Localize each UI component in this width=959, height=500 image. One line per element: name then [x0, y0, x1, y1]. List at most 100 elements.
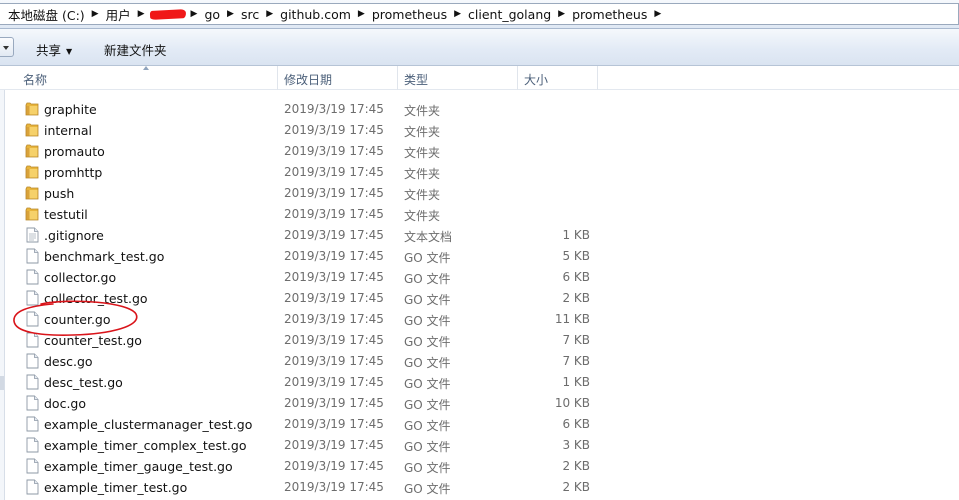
file-type: 文件夹 — [404, 125, 441, 139]
breadcrumb-chevron-icon[interactable]: ▶ — [135, 9, 148, 19]
breadcrumb-prometheus-current[interactable]: prometheus — [568, 7, 651, 22]
column-header-type[interactable]: 类型 — [404, 71, 428, 88]
file-name: .gitignore — [44, 228, 104, 243]
folder-icon — [25, 164, 40, 180]
breadcrumb-chevron-icon[interactable]: ▶ — [355, 9, 368, 19]
file-row[interactable]: benchmark_test.go 2019/3/19 17:45 GO 文件 5 K… — [0, 246, 959, 267]
breadcrumb-github[interactable]: github.com — [276, 7, 355, 22]
file-icon — [25, 269, 40, 285]
file-type: GO 文件 — [404, 272, 451, 286]
file-name: graphite — [44, 102, 97, 117]
breadcrumb-chevron-icon[interactable]: ▶ — [651, 9, 664, 19]
file-name: promauto — [44, 144, 105, 159]
breadcrumb-chevron-icon[interactable]: ▶ — [555, 9, 568, 19]
breadcrumb-users[interactable]: 用户 — [102, 5, 135, 24]
file-row[interactable]: example_timer_gauge_test.go 2019/3/19 17:… — [0, 456, 959, 477]
file-row[interactable]: example_timer_complex_test.go 2019/3/19 1… — [0, 435, 959, 456]
breadcrumb-go[interactable]: go — [200, 7, 224, 22]
file-row[interactable]: counter_test.go 2019/3/19 17:45 GO 文件 7 KB — [0, 330, 959, 351]
file-list: graphite 2019/3/19 17:45 文件夹 internal 2019/3… — [0, 99, 959, 498]
file-modified-date: 2019/3/19 17:45 — [284, 480, 384, 494]
breadcrumb-chevron-icon[interactable]: ▶ — [224, 9, 237, 19]
file-name: push — [44, 186, 75, 201]
file-name: example_timer_test.go — [44, 480, 188, 495]
file-size: 11 KB — [554, 312, 590, 326]
file-modified-date: 2019/3/19 17:45 — [284, 228, 384, 242]
column-header-modified[interactable]: 修改日期 — [284, 71, 332, 88]
file-icon — [25, 353, 40, 369]
file-row[interactable]: push 2019/3/19 17:45 文件夹 — [0, 183, 959, 204]
file-size: 1 KB — [562, 228, 590, 242]
file-row[interactable]: graphite 2019/3/19 17:45 文件夹 — [0, 99, 959, 120]
file-type: 文件夹 — [404, 167, 441, 181]
file-row[interactable]: testutil 2019/3/19 17:45 文件夹 — [0, 204, 959, 225]
file-row[interactable]: collector.go 2019/3/19 17:45 GO 文件 6 KB — [0, 267, 959, 288]
file-icon — [25, 416, 40, 432]
file-name: desc_test.go — [44, 375, 123, 390]
file-type: GO 文件 — [404, 314, 451, 328]
file-name: counter_test.go — [44, 333, 142, 348]
file-row[interactable]: internal 2019/3/19 17:45 文件夹 — [0, 120, 959, 141]
column-divider[interactable] — [517, 66, 518, 90]
file-row[interactable]: promauto 2019/3/19 17:45 文件夹 — [0, 141, 959, 162]
file-size: 5 KB — [562, 249, 590, 263]
file-modified-date: 2019/3/19 17:45 — [284, 144, 384, 158]
file-icon — [25, 437, 40, 453]
file-modified-date: 2019/3/19 17:45 — [284, 438, 384, 452]
sort-ascending-icon — [143, 66, 149, 70]
breadcrumb-chevron-icon[interactable]: ▶ — [89, 9, 102, 19]
file-size: 2 KB — [562, 291, 590, 305]
breadcrumb[interactable]: 本地磁盘 (C:) ▶ 用户 ▶ ▶ go ▶ src ▶ github.com… — [0, 3, 959, 25]
file-type: GO 文件 — [404, 440, 451, 454]
column-divider[interactable] — [277, 66, 278, 90]
column-divider[interactable] — [597, 66, 598, 90]
new-folder-button[interactable]: 新建文件夹 — [104, 40, 167, 59]
column-header-size[interactable]: 大小 — [524, 71, 548, 88]
command-bar: 共享 ▼ 新建文件夹 — [0, 29, 959, 66]
file-type: GO 文件 — [404, 398, 451, 412]
file-icon — [25, 290, 40, 306]
file-row[interactable]: counter.go 2019/3/19 17:45 GO 文件 11 KB — [0, 309, 959, 330]
file-icon — [25, 479, 40, 495]
share-button[interactable]: 共享 ▼ — [36, 40, 72, 59]
file-row[interactable]: promhttp 2019/3/19 17:45 文件夹 — [0, 162, 959, 183]
file-row[interactable]: desc_test.go 2019/3/19 17:45 GO 文件 1 KB — [0, 372, 959, 393]
file-row[interactable]: collector_test.go 2019/3/19 17:45 GO 文件 2 K… — [0, 288, 959, 309]
breadcrumb-client-golang[interactable]: client_golang — [464, 7, 555, 22]
breadcrumb-chevron-icon[interactable]: ▶ — [188, 9, 201, 19]
file-row[interactable]: desc.go 2019/3/19 17:45 GO 文件 7 KB — [0, 351, 959, 372]
breadcrumb-local-disk[interactable]: 本地磁盘 (C:) — [4, 5, 89, 24]
file-type: GO 文件 — [404, 419, 451, 433]
file-size: 2 KB — [562, 480, 590, 494]
file-name: internal — [44, 123, 92, 138]
file-row[interactable]: doc.go 2019/3/19 17:45 GO 文件 10 KB — [0, 393, 959, 414]
file-modified-date: 2019/3/19 17:45 — [284, 207, 384, 221]
file-name: desc.go — [44, 354, 93, 369]
file-modified-date: 2019/3/19 17:45 — [284, 375, 384, 389]
file-row[interactable]: .gitignore 2019/3/19 17:45 文本文档 1 KB — [0, 225, 959, 246]
dropdown-arrow-icon: ▼ — [66, 47, 73, 56]
breadcrumb-chevron-icon[interactable]: ▶ — [263, 9, 276, 19]
file-modified-date: 2019/3/19 17:45 — [284, 459, 384, 473]
file-row[interactable]: example_timer_test.go 2019/3/19 17:45 GO 文… — [0, 477, 959, 498]
file-modified-date: 2019/3/19 17:45 — [284, 333, 384, 347]
file-type: GO 文件 — [404, 335, 451, 349]
breadcrumb-chevron-icon[interactable]: ▶ — [451, 9, 464, 19]
column-header-name[interactable]: 名称 — [23, 71, 47, 88]
breadcrumb-prometheus[interactable]: prometheus — [368, 7, 451, 22]
file-type: 文件夹 — [404, 146, 441, 160]
file-type: GO 文件 — [404, 482, 451, 496]
breadcrumb-src[interactable]: src — [237, 7, 263, 22]
file-type: 文件夹 — [404, 104, 441, 118]
file-modified-date: 2019/3/19 17:45 — [284, 123, 384, 137]
column-divider[interactable] — [397, 66, 398, 90]
organize-dropdown-button[interactable] — [0, 37, 14, 57]
file-size: 10 KB — [554, 396, 590, 410]
file-row[interactable]: example_clustermanager_test.go 2019/3/19 … — [0, 414, 959, 435]
file-icon — [25, 458, 40, 474]
file-size: 3 KB — [562, 438, 590, 452]
file-type: 文件夹 — [404, 209, 441, 223]
file-name: promhttp — [44, 165, 103, 180]
address-bar: 本地磁盘 (C:) ▶ 用户 ▶ ▶ go ▶ src ▶ github.com… — [0, 0, 959, 29]
file-name: counter.go — [44, 312, 111, 327]
